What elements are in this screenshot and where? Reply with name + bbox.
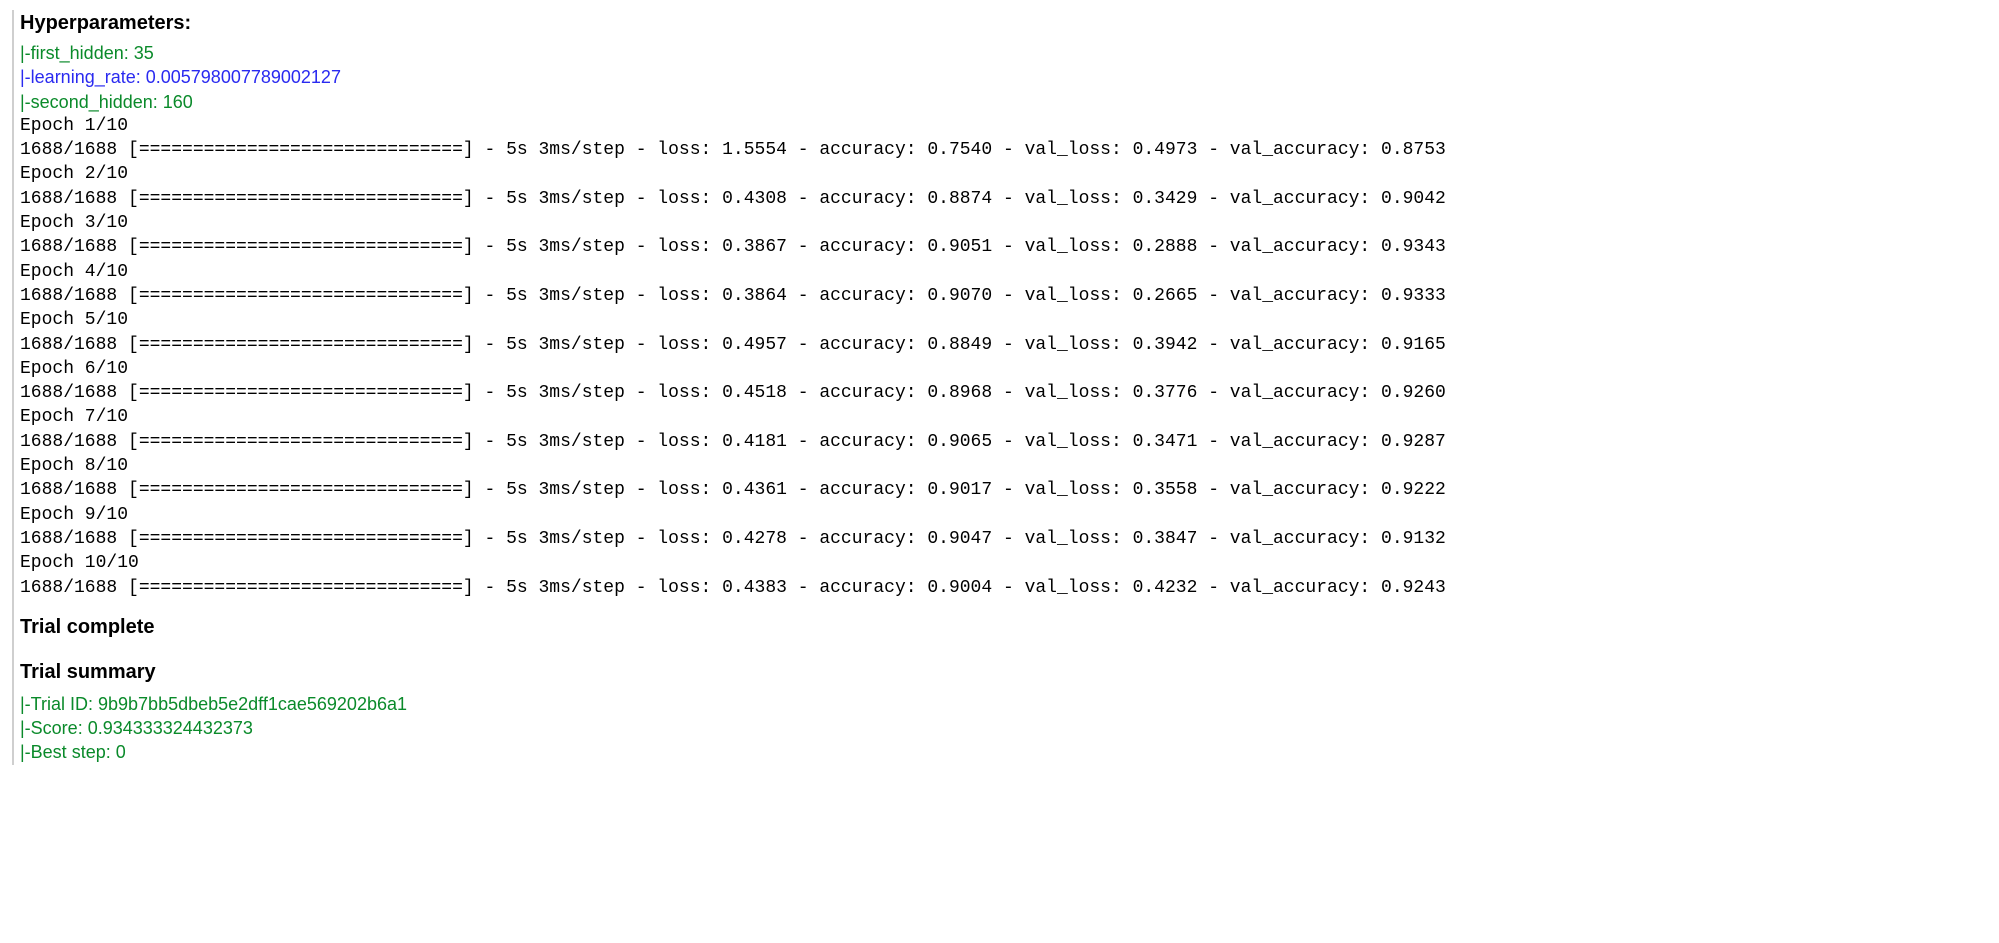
epoch-progress-line: 1688/1688 [=============================…	[20, 430, 1987, 454]
summary-score: |-Score: 0.934333324432373	[20, 716, 1987, 740]
trial-complete-heading: Trial complete	[20, 614, 1987, 641]
hyperparameters-heading: Hyperparameters:	[20, 10, 1987, 37]
epoch-label: Epoch 5/10	[20, 308, 1987, 332]
summary-trial-id: |-Trial ID: 9b9b7bb5dbeb5e2dff1cae569202…	[20, 692, 1987, 716]
epoch-progress-line: 1688/1688 [=============================…	[20, 333, 1987, 357]
epoch-label: Epoch 2/10	[20, 162, 1987, 186]
hp-first-hidden: |-first_hidden: 35	[20, 41, 1987, 65]
epoch-progress-line: 1688/1688 [=============================…	[20, 576, 1987, 600]
epoch-progress-line: 1688/1688 [=============================…	[20, 187, 1987, 211]
epoch-label: Epoch 9/10	[20, 503, 1987, 527]
hp-second-hidden: |-second_hidden: 160	[20, 90, 1987, 114]
output-cell: Hyperparameters: |-first_hidden: 35 |-le…	[12, 10, 1987, 765]
epoch-progress-line: 1688/1688 [=============================…	[20, 284, 1987, 308]
epoch-progress-line: 1688/1688 [=============================…	[20, 138, 1987, 162]
epoch-label: Epoch 7/10	[20, 405, 1987, 429]
epoch-progress-line: 1688/1688 [=============================…	[20, 381, 1987, 405]
trial-summary-heading: Trial summary	[20, 659, 1987, 686]
summary-best-step: |-Best step: 0	[20, 740, 1987, 764]
epoch-label: Epoch 8/10	[20, 454, 1987, 478]
epoch-progress-line: 1688/1688 [=============================…	[20, 235, 1987, 259]
epoch-progress-line: 1688/1688 [=============================…	[20, 527, 1987, 551]
training-log: Epoch 1/101688/1688 [===================…	[20, 114, 1987, 600]
epoch-label: Epoch 3/10	[20, 211, 1987, 235]
epoch-label: Epoch 1/10	[20, 114, 1987, 138]
epoch-label: Epoch 6/10	[20, 357, 1987, 381]
epoch-label: Epoch 4/10	[20, 260, 1987, 284]
epoch-label: Epoch 10/10	[20, 551, 1987, 575]
epoch-progress-line: 1688/1688 [=============================…	[20, 478, 1987, 502]
hp-learning-rate: |-learning_rate: 0.005798007789002127	[20, 65, 1987, 89]
